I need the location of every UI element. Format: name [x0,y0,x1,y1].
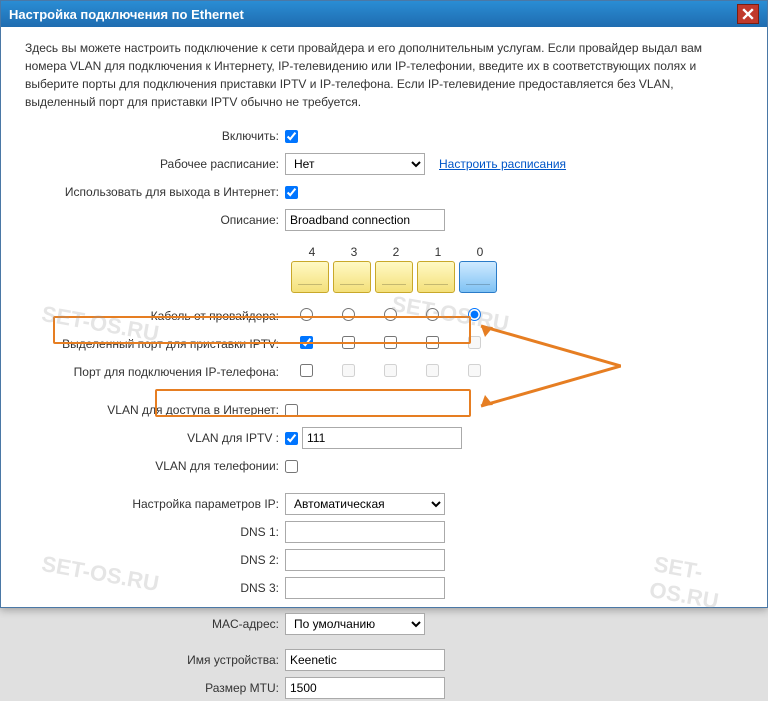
cable-radio-1[interactable] [426,308,439,321]
label-vlan-internet: VLAN для доступа в Интернет: [25,403,285,417]
label-schedule: Рабочее расписание: [25,157,285,171]
titlebar: Настройка подключения по Ethernet [1,1,767,27]
port-num: 4 [291,245,333,259]
ip-params-select[interactable]: Автоматическая [285,493,445,515]
phone-port-4[interactable] [300,364,313,377]
label-dns3: DNS 3: [25,581,285,595]
close-button[interactable] [737,4,759,24]
phone-port-1 [426,364,439,377]
window-title: Настройка подключения по Ethernet [9,7,244,22]
cable-radio-3[interactable] [342,308,355,321]
intro-text: Здесь вы можете настроить подключение к … [25,39,743,111]
label-ip-params: Настройка параметров IP: [25,497,285,511]
label-description: Описание: [25,213,285,227]
close-icon [742,8,754,20]
mtu-input[interactable] [285,677,445,699]
dialog-body: Здесь вы можете настроить подключение к … [1,27,767,701]
dns1-input[interactable] [285,521,445,543]
dialog-window: Настройка подключения по Ethernet Здесь … [0,0,768,608]
label-vlan-iptv: VLAN для IPTV : [25,431,285,445]
vlan-iptv-input[interactable] [302,427,462,449]
port-num: 0 [459,245,501,259]
iptv-port-0 [468,336,481,349]
form: Включить: Рабочее расписание: Нет Настро… [25,123,743,701]
iptv-port-3[interactable] [342,336,355,349]
label-use-internet: Использовать для выхода в Интернет: [25,185,285,199]
schedule-link[interactable]: Настроить расписания [439,157,566,171]
label-mtu: Размер MTU: [25,681,285,695]
port-num: 3 [333,245,375,259]
enable-checkbox[interactable] [285,130,298,143]
vlan-iptv-checkbox[interactable] [285,432,298,445]
vlan-phone-checkbox[interactable] [285,460,298,473]
phone-port-0 [468,364,481,377]
label-mac: MAC-адрес: [25,617,285,631]
dns2-input[interactable] [285,549,445,571]
mac-select[interactable]: По умолчанию [285,613,425,635]
port-numbers: 4 3 2 1 0 [291,245,743,259]
label-cable: Кабель от провайдера: [25,309,285,323]
phone-port-2 [384,364,397,377]
port-diagram [291,261,743,293]
label-dns1: DNS 1: [25,525,285,539]
cable-radio-4[interactable] [300,308,313,321]
cable-radio-0[interactable] [468,308,481,321]
iptv-port-2[interactable] [384,336,397,349]
port-1[interactable] [417,261,455,293]
dns3-input[interactable] [285,577,445,599]
iptv-port-4[interactable] [300,336,313,349]
schedule-select[interactable]: Нет [285,153,425,175]
port-num: 1 [417,245,459,259]
description-input[interactable] [285,209,445,231]
cable-radio-2[interactable] [384,308,397,321]
port-2[interactable] [375,261,413,293]
phone-port-3 [342,364,355,377]
label-iptv-port: Выделенный порт для приставки IPTV: [25,337,285,351]
vlan-internet-checkbox[interactable] [285,404,298,417]
label-dns2: DNS 2: [25,553,285,567]
devname-input[interactable] [285,649,445,671]
label-phone-port: Порт для подключения IP-телефона: [25,365,285,379]
iptv-port-1[interactable] [426,336,439,349]
port-3[interactable] [333,261,371,293]
label-enable: Включить: [25,129,285,143]
port-0[interactable] [459,261,497,293]
port-4[interactable] [291,261,329,293]
port-num: 2 [375,245,417,259]
use-internet-checkbox[interactable] [285,186,298,199]
label-vlan-phone: VLAN для телефонии: [25,459,285,473]
label-devname: Имя устройства: [25,653,285,667]
